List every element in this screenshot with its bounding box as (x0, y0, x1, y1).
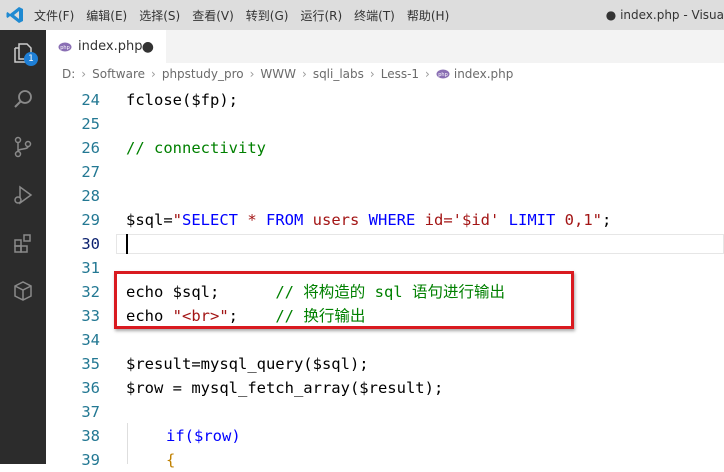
code-string: 0,1" (555, 211, 603, 229)
menu-selection[interactable]: 选择(S) (139, 7, 180, 24)
text-cursor (126, 234, 128, 254)
tab-strip: php index.php ● (46, 30, 724, 63)
code-line-current: 30 (46, 232, 724, 256)
menu-edit[interactable]: 编辑(E) (86, 7, 127, 24)
line-number: 31 (81, 259, 100, 277)
svg-text:php: php (60, 45, 70, 51)
menu-terminal[interactable]: 终端(T) (354, 7, 395, 24)
chevron-right-icon: › (425, 67, 430, 81)
activity-bar: 1 (0, 30, 46, 464)
code-comment: // connectivity (126, 139, 266, 157)
code-line: 36 $row = mysql_fetch_array($result); (46, 376, 724, 400)
title-bar: 文件(F) 编辑(E) 选择(S) 查看(V) 转到(G) 运行(R) 终端(T… (0, 0, 724, 30)
source-control-icon[interactable] (8, 132, 38, 162)
php-file-icon: php (436, 69, 450, 79)
explorer-icon[interactable]: 1 (8, 38, 38, 68)
chevron-right-icon: › (81, 67, 87, 81)
line-number: 29 (81, 211, 100, 229)
extensions-icon[interactable] (8, 228, 38, 258)
line-number: 24 (81, 91, 100, 109)
code-line: 28 (46, 184, 724, 208)
svg-text:php: php (438, 72, 448, 78)
code-string: users (303, 211, 369, 229)
code-line: 37 (46, 400, 724, 424)
code-line: 39 { (46, 448, 724, 472)
php-file-icon: php (58, 42, 72, 52)
breadcrumb-item[interactable]: Less-1 (381, 67, 419, 81)
chevron-right-icon: › (151, 67, 156, 81)
line-number: 30 (81, 235, 100, 253)
code-string: * (238, 211, 267, 229)
run-debug-icon[interactable] (8, 180, 38, 210)
code-bracket: { (166, 451, 176, 469)
menu-run[interactable]: 运行(R) (300, 7, 342, 24)
code-text: $row = mysql_fetch_array($result); (126, 379, 444, 397)
breadcrumb-item[interactable]: phpstudy_pro (162, 67, 244, 81)
search-icon[interactable] (8, 84, 38, 114)
code-line: 25 (46, 112, 724, 136)
chevron-right-icon: › (302, 67, 307, 81)
code-token: $sql= (126, 211, 173, 229)
line-number: 32 (81, 283, 100, 301)
tab-label: index.php (78, 39, 143, 54)
code-line: 35 $result=mysql_query($sql); (46, 352, 724, 376)
line-number: 28 (81, 187, 100, 205)
breadcrumb-item[interactable]: index.php (454, 67, 513, 81)
line-number: 26 (81, 139, 100, 157)
breadcrumb: D: › Software › phpstudy_pro › WWW › sql… (46, 63, 724, 85)
menu-file[interactable]: 文件(F) (34, 7, 74, 24)
tab-index-php[interactable]: php index.php ● (46, 30, 166, 63)
remote-box-icon[interactable] (8, 276, 38, 306)
code-line: 24 fclose($fp); (46, 88, 724, 112)
menu-view[interactable]: 查看(V) (192, 7, 234, 24)
menu-help[interactable]: 帮助(H) (407, 7, 449, 24)
current-line-highlight (116, 234, 724, 254)
unsaved-dot-icon[interactable]: ● (142, 39, 154, 55)
line-number: 33 (81, 307, 100, 325)
line-number: 37 (81, 403, 100, 421)
code-text: $sql="SELECT * FROM users WHERE id='$id'… (126, 208, 611, 232)
line-number: 27 (81, 163, 100, 181)
annotation-highlight-box (114, 271, 574, 329)
breadcrumb-item[interactable]: Software (92, 67, 145, 81)
sql-keyword: LIMIT (508, 211, 556, 229)
explorer-badge: 1 (24, 52, 38, 66)
code-line: 34 (46, 328, 724, 352)
code-text: $result=mysql_query($sql); (126, 355, 369, 373)
code-line: 26 // connectivity (46, 136, 724, 160)
sql-keyword: SELECT (182, 211, 239, 229)
line-number: 35 (81, 355, 100, 373)
line-number: 25 (81, 115, 100, 133)
code-token: ; (602, 211, 612, 229)
code-string: " (172, 211, 183, 229)
code-text: fclose($fp); (126, 91, 238, 109)
vscode-logo-icon (0, 0, 30, 30)
line-number: 36 (81, 379, 100, 397)
line-number: 34 (81, 331, 100, 349)
breadcrumb-item[interactable]: sqli_labs (313, 67, 364, 81)
breadcrumb-item[interactable]: D: (62, 67, 75, 81)
line-number: 39 (81, 451, 100, 469)
code-string: id='$id' (415, 211, 509, 229)
breadcrumb-item[interactable]: WWW (260, 67, 296, 81)
code-line: 29 $sql="SELECT * FROM users WHERE id='$… (46, 208, 724, 232)
sql-keyword: FROM (266, 211, 304, 229)
menu-go[interactable]: 转到(G) (246, 7, 289, 24)
line-number: 38 (81, 427, 100, 445)
code-line: 27 (46, 160, 724, 184)
code-keyword: if($row) (166, 427, 241, 445)
sql-keyword: WHERE (368, 211, 416, 229)
window-title: ● index.php - Visua (605, 8, 724, 22)
code-line: 38 if($row) (46, 424, 724, 448)
chevron-right-icon: › (369, 67, 375, 81)
chevron-right-icon: › (249, 67, 255, 81)
